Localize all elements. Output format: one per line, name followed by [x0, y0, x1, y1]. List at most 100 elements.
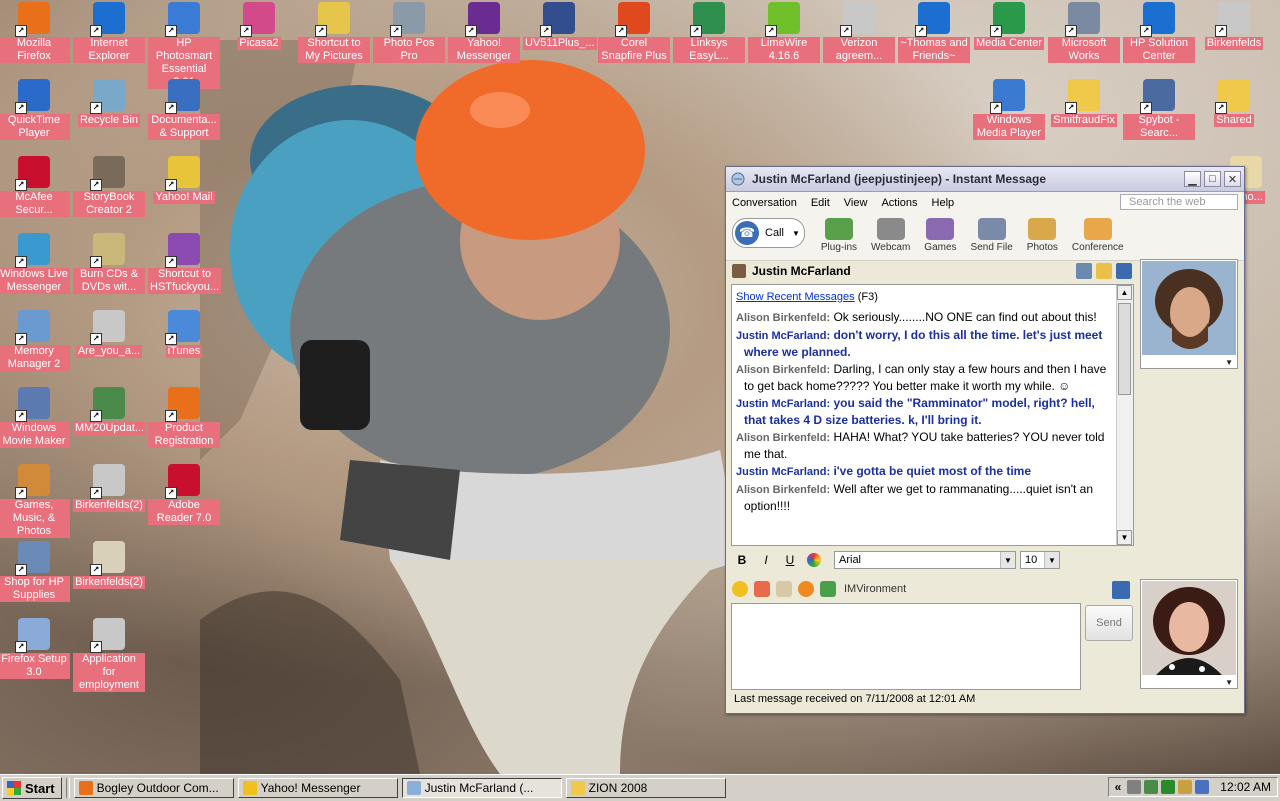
desktop-icon[interactable]: ↗ Picasa2 — [223, 0, 295, 50]
network-icon[interactable] — [1127, 780, 1142, 794]
desktop-icon[interactable]: ↗ Corel Snapfire Plus — [598, 0, 670, 63]
toolbar-button-conference[interactable]: Conference — [1072, 218, 1124, 253]
desktop-icon[interactable]: ↗ Are_you_a... — [73, 308, 145, 358]
conversation-scrollbar[interactable]: ▲ ▼ — [1116, 285, 1133, 545]
web-search-input[interactable]: Search the web — [1120, 194, 1238, 210]
desktop-icon[interactable]: ↗ Birkenfelds(2) — [73, 539, 145, 589]
desktop-icon[interactable]: ↗ Application for employment — [73, 616, 145, 692]
edit-contact-icon[interactable] — [1076, 263, 1092, 279]
user-display-image[interactable]: ▼ — [1140, 579, 1238, 689]
signal-icon[interactable] — [1144, 780, 1159, 794]
toolbar-button-plug-ins[interactable]: Plug-ins — [821, 218, 857, 253]
taskbar-button[interactable]: Justin McFarland (... — [401, 778, 562, 798]
im-title-bar[interactable]: Justin McFarland (jeepjustinjeep) - Inst… — [726, 167, 1244, 192]
text-color-button[interactable] — [804, 551, 824, 569]
desktop-icon[interactable]: ↗ HP Solution Center — [1123, 0, 1195, 63]
chevron-down-icon[interactable]: ▼ — [1225, 678, 1233, 687]
toolbar-button-photos[interactable]: Photos — [1027, 218, 1058, 253]
italic-button[interactable]: I — [756, 551, 776, 569]
toolbar-button-games[interactable]: Games — [924, 218, 957, 253]
desktop-icon[interactable]: ↗ QuickTime Player — [0, 77, 70, 140]
start-button[interactable]: Start — [2, 777, 62, 799]
call-button[interactable]: ☎ Call ▼ — [732, 218, 805, 248]
menu-help[interactable]: Help — [932, 197, 955, 209]
desktop-icon[interactable]: ↗ SmitfraudFix — [1048, 77, 1120, 127]
desktop-icon[interactable]: ↗ ~Thomas and Friends~ — [898, 0, 970, 63]
desktop-icon[interactable]: ↗HP Photosmart Essential 2.01 — [148, 0, 220, 89]
desktop-icon[interactable]: ↗ UV511Plus_... — [523, 0, 597, 50]
desktop-icon[interactable]: ↗ Yahoo! Mail — [148, 154, 220, 204]
imvironment-icon[interactable] — [820, 581, 836, 597]
desktop-icon[interactable]: ↗ LimeWire 4.16.6 — [748, 0, 820, 63]
imvironment-label[interactable]: IMVironment — [844, 583, 906, 595]
desktop-icon[interactable]: ↗ Microsoft Works — [1048, 0, 1120, 63]
security-icon[interactable] — [1178, 780, 1193, 794]
contact-details-icon[interactable] — [1116, 263, 1132, 279]
desktop-icon[interactable]: ↗ Recycle Bin — [73, 77, 145, 127]
send-button[interactable]: Send — [1085, 605, 1133, 641]
desktop-icon[interactable]: ↗ Internet Explorer — [73, 0, 145, 63]
desktop-icon[interactable]: ↗ Windows Media Player — [973, 77, 1045, 140]
desktop-icon[interactable]: ↗ Yahoo! Messenger — [448, 0, 520, 63]
desktop-icon[interactable]: ↗ Media Center — [973, 0, 1045, 50]
desktop-icon[interactable]: ↗ MM20Updat... — [73, 385, 147, 435]
scroll-down-icon[interactable]: ▼ — [1117, 530, 1132, 545]
text-style-icon[interactable] — [776, 581, 792, 597]
email-icon[interactable] — [1096, 263, 1112, 279]
desktop-icon[interactable]: ↗ Product Registration — [148, 385, 220, 448]
scrollbar-thumb[interactable] — [1118, 303, 1131, 395]
desktop-icon[interactable]: ↗ Shortcut to My Pictures — [298, 0, 370, 63]
desktop-icon[interactable]: ↗ iTunes — [148, 308, 220, 358]
font-size-select[interactable]: 10 ▼ — [1020, 551, 1060, 569]
desktop-icon[interactable]: ↗ Photo Pos Pro — [373, 0, 445, 63]
minimize-button[interactable]: ▁ — [1184, 171, 1201, 187]
desktop-icon[interactable]: ↗ Windows Live Messenger — [0, 231, 70, 294]
contact-details-icon[interactable] — [1112, 581, 1130, 599]
desktop-icon[interactable]: ↗ Spybot - Searc... — [1123, 77, 1195, 140]
clock[interactable]: 12:02 AM — [1220, 780, 1271, 794]
desktop-icon[interactable]: ↗ McAfee Secur... — [0, 154, 70, 217]
contact-display-image[interactable]: ▼ — [1140, 259, 1238, 369]
taskbar-button[interactable]: Yahoo! Messenger — [237, 778, 398, 798]
show-recent-messages-link[interactable]: Show Recent Messages — [736, 291, 855, 303]
emoticon-icon[interactable] — [732, 581, 748, 597]
desktop-icon[interactable]: ↗ Shared — [1198, 77, 1270, 127]
taskbar-button[interactable]: Bogley Outdoor Com... — [73, 778, 234, 798]
desktop-icon[interactable]: ↗ StoryBook Creator 2 — [73, 154, 145, 217]
maximize-button[interactable]: □ — [1204, 171, 1221, 187]
desktop-icon[interactable]: ↗ Memory Manager 2 — [0, 308, 70, 371]
menu-actions[interactable]: Actions — [881, 197, 917, 209]
audible-icon[interactable] — [754, 581, 770, 597]
bold-button[interactable]: B — [732, 551, 752, 569]
nudge-icon[interactable] — [798, 581, 814, 597]
wifi-bars-icon[interactable] — [1161, 780, 1176, 794]
close-button[interactable]: ✕ — [1224, 171, 1241, 187]
desktop-icon[interactable]: ↗ Windows Movie Maker — [0, 385, 70, 448]
desktop-icon[interactable]: ↗ Adobe Reader 7.0 — [148, 462, 220, 525]
menu-edit[interactable]: Edit — [811, 197, 830, 209]
menu-view[interactable]: View — [844, 197, 868, 209]
desktop-icon[interactable]: ↗ Documenta... & Support — [148, 77, 220, 140]
desktop-icon[interactable]: ↗ Firefox Setup 3.0 — [0, 616, 70, 679]
message-input[interactable] — [731, 603, 1081, 690]
desktop-icon[interactable]: ↗ Linksys EasyL... — [673, 0, 745, 63]
chevron-left-icon[interactable]: « — [1115, 780, 1122, 794]
desktop-icon[interactable]: ↗ Mozilla Firefox — [0, 0, 70, 63]
toolbar-button-webcam[interactable]: Webcam — [871, 218, 910, 253]
menu-conversation[interactable]: Conversation — [732, 197, 797, 209]
desktop-icon[interactable]: ↗ Shortcut to HSTfuckyou... — [148, 231, 222, 294]
desktop-icon[interactable]: ↗ Games, Music, & Photos — [0, 462, 70, 538]
conversation-history[interactable]: Show Recent Messages (F3) Alison Birkenf… — [731, 284, 1134, 546]
desktop-icon[interactable]: ↗ Verizon agreem... — [823, 0, 895, 63]
instant-message-window[interactable]: Justin McFarland (jeepjustinjeep) - Inst… — [725, 166, 1245, 714]
scroll-up-icon[interactable]: ▲ — [1117, 285, 1132, 300]
desktop-icon[interactable]: ↗ Birkenfelds(2) — [73, 462, 145, 512]
taskbar-button[interactable]: ZION 2008 — [565, 778, 726, 798]
chevron-down-icon[interactable]: ▼ — [1225, 358, 1233, 367]
toolbar-button-send-file[interactable]: Send File — [971, 218, 1013, 253]
desktop-icon[interactable]: ↗ Burn CDs & DVDs wit... — [73, 231, 145, 294]
desktop-icon[interactable]: ↗ Shop for HP Supplies — [0, 539, 70, 602]
font-select[interactable]: Arial ▼ — [834, 551, 1016, 569]
volume-icon[interactable] — [1195, 780, 1210, 794]
underline-button[interactable]: U — [780, 551, 800, 569]
